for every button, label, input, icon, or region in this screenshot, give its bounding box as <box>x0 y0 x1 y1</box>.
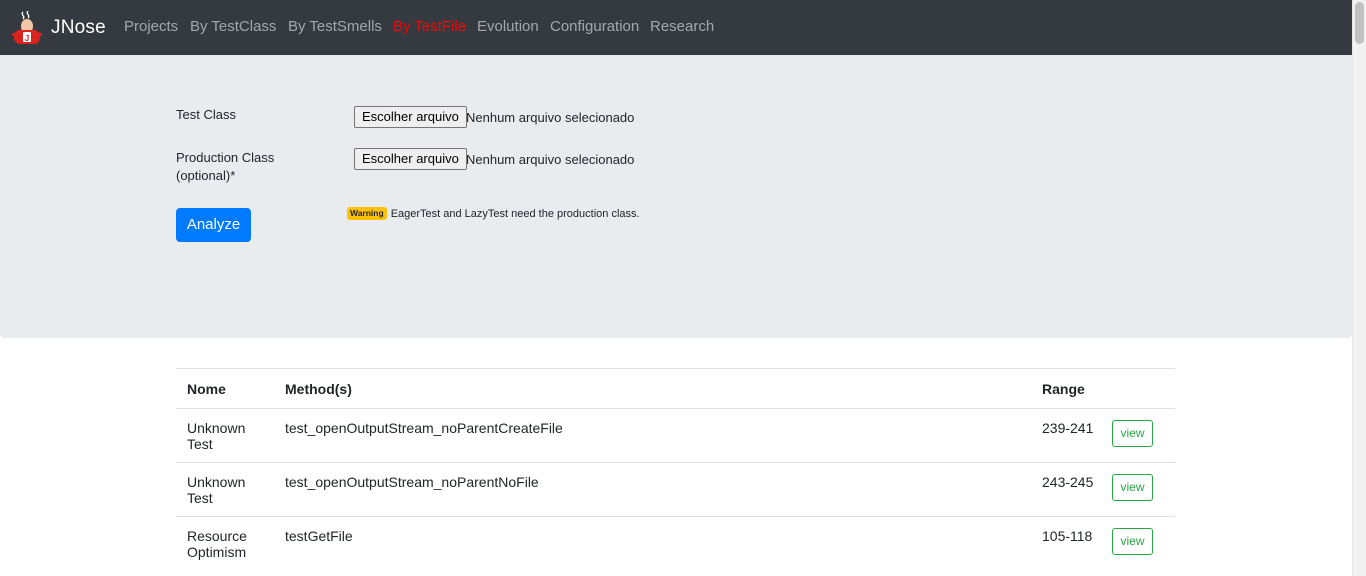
warning-text: EagerTest and LazyTest need the producti… <box>390 207 640 220</box>
svg-text:J: J <box>25 34 29 43</box>
production-class-file-button[interactable]: Escolher arquivo <box>354 148 467 170</box>
row-name-line2: Optimism <box>187 544 247 560</box>
row-name: Resource Optimism <box>176 516 274 571</box>
nav-by-testclass[interactable]: By TestClass <box>190 18 276 35</box>
results-table-container: Nome Method(s) Range Unknown Test test_o… <box>176 368 1175 571</box>
header-action <box>1112 368 1175 409</box>
row-range: 243-245 <box>1031 462 1112 517</box>
production-class-label-line2: (optional)* <box>176 168 236 183</box>
production-class-file-status: Nenhum arquivo selecionado <box>466 152 635 167</box>
production-class-label: Production Class (optional)* <box>176 149 274 185</box>
nav-evolution[interactable]: Evolution <box>477 18 539 35</box>
row-method: test_openOutputStream_noParentNoFile <box>274 462 1031 517</box>
row-name-line1: Resource <box>187 528 247 544</box>
warning-message: Warning EagerTest and LazyTest need the … <box>347 207 640 220</box>
table-row: Resource Optimism testGetFile 105-118 vi… <box>176 516 1175 571</box>
header-nome: Nome <box>176 368 274 409</box>
header-range: Range <box>1031 368 1112 409</box>
nav-research[interactable]: Research <box>650 18 714 35</box>
production-class-label-line1: Production Class <box>176 150 275 165</box>
row-range: 105-118 <box>1031 516 1112 571</box>
view-button[interactable]: view <box>1112 528 1153 555</box>
jnose-logo-icon: J <box>12 10 42 45</box>
warning-badge: Warning <box>347 207 387 220</box>
row-method: testGetFile <box>274 516 1031 571</box>
brand-link[interactable]: J JNose <box>12 10 106 46</box>
header-methods: Method(s) <box>274 368 1031 409</box>
row-range: 239-241 <box>1042 420 1094 436</box>
row-method: test_openOutputStream_noParentCreateFile <box>285 420 563 436</box>
table-row: Unknown Test test_openOutputStream_noPar… <box>176 462 1175 517</box>
table-row: Unknown Test test_openOutputStream_noPar… <box>176 409 1175 463</box>
upload-form-panel: Test Class Escolher arquivo Nenhum arqui… <box>0 55 1352 338</box>
test-class-file-button[interactable]: Escolher arquivo <box>354 106 467 128</box>
row-action: view <box>1112 462 1175 517</box>
results-table: Nome Method(s) Range Unknown Test test_o… <box>176 368 1175 571</box>
row-name-line2: Test <box>187 490 213 506</box>
analyze-button[interactable]: Analyze <box>176 208 251 242</box>
nav-configuration[interactable]: Configuration <box>550 18 639 35</box>
view-button[interactable]: view <box>1112 474 1153 501</box>
row-name-line2: Test <box>187 436 213 452</box>
row-action: view <box>1112 516 1175 571</box>
nav-by-testsmells[interactable]: By TestSmells <box>288 18 382 35</box>
row-name: Unknown Test <box>176 462 274 517</box>
row-action: view <box>1112 409 1175 463</box>
nav-projects[interactable]: Projects <box>124 18 178 35</box>
table-header-row: Nome Method(s) Range <box>176 368 1175 409</box>
row-name: Unknown Test <box>176 409 274 463</box>
scrollbar-thumb[interactable] <box>1355 2 1364 44</box>
page-scrollbar[interactable] <box>1352 0 1366 576</box>
view-button[interactable]: view <box>1112 420 1153 447</box>
row-name-line1: Unknown <box>187 420 246 436</box>
brand-name: JNose <box>51 17 106 38</box>
nav-by-testfile[interactable]: By TestFile <box>393 18 466 35</box>
test-class-file-status: Nenhum arquivo selecionado <box>466 110 635 125</box>
row-name-line1: Unknown <box>187 474 246 490</box>
test-class-label: Test Class <box>176 107 236 122</box>
top-navbar: J JNose Projects By TestClass By TestSme… <box>0 0 1352 55</box>
